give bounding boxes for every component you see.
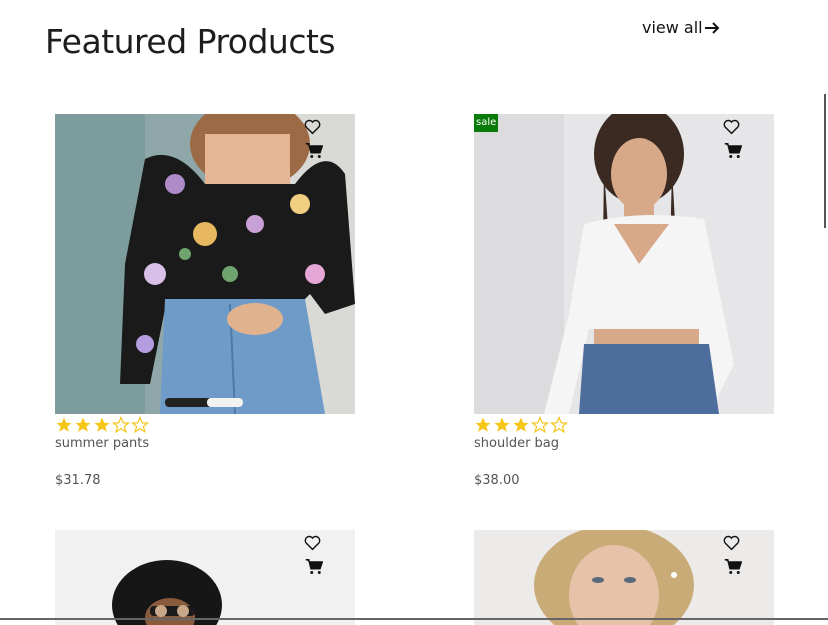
cart-icon <box>305 558 323 574</box>
star-icon <box>475 417 491 432</box>
product-photo-white-top <box>474 114 774 414</box>
product-card[interactable] <box>55 530 355 625</box>
view-all-label: view all <box>642 18 703 37</box>
star-icon <box>75 417 91 432</box>
product-image[interactable] <box>474 114 774 414</box>
wishlist-button[interactable] <box>303 118 321 136</box>
star-icon <box>531 416 549 434</box>
cart-icon <box>305 142 323 158</box>
star-icon <box>494 417 510 432</box>
view-all-link[interactable]: view all <box>642 18 720 38</box>
heart-icon <box>304 535 320 551</box>
product-photo-floral-top <box>55 114 355 414</box>
star-icon <box>513 417 529 432</box>
arrow-right-icon <box>704 22 720 34</box>
product-name[interactable]: shoulder bag <box>474 436 559 451</box>
heart-icon <box>723 535 739 551</box>
product-card[interactable] <box>474 530 774 625</box>
product-image[interactable] <box>55 114 355 414</box>
product-card[interactable]: sale shoulder bag $38.00 <box>474 114 774 494</box>
wishlist-button[interactable] <box>722 534 740 552</box>
product-price: $31.78 <box>55 473 101 488</box>
star-icon <box>112 416 130 434</box>
cart-icon <box>724 142 742 158</box>
scrollbar[interactable] <box>824 94 826 228</box>
star-rating <box>474 416 568 434</box>
star-icon <box>56 417 72 432</box>
wishlist-button[interactable] <box>303 534 321 552</box>
star-icon <box>94 417 110 432</box>
wishlist-button[interactable] <box>722 118 740 136</box>
add-to-cart-button[interactable] <box>724 557 742 575</box>
star-icon <box>550 416 568 434</box>
heart-icon <box>723 119 739 135</box>
page-title: Featured Products <box>45 22 336 61</box>
product-price: $38.00 <box>474 473 520 488</box>
star-rating <box>55 416 149 434</box>
add-to-cart-button[interactable] <box>724 141 742 159</box>
add-to-cart-button[interactable] <box>305 557 323 575</box>
star-icon <box>131 416 149 434</box>
heart-icon <box>304 119 320 135</box>
sale-badge: sale <box>474 114 499 132</box>
add-to-cart-button[interactable] <box>305 141 323 159</box>
cart-icon <box>724 558 742 574</box>
product-name[interactable]: summer pants <box>55 436 149 451</box>
product-card[interactable]: summer pants $31.78 <box>55 114 355 494</box>
